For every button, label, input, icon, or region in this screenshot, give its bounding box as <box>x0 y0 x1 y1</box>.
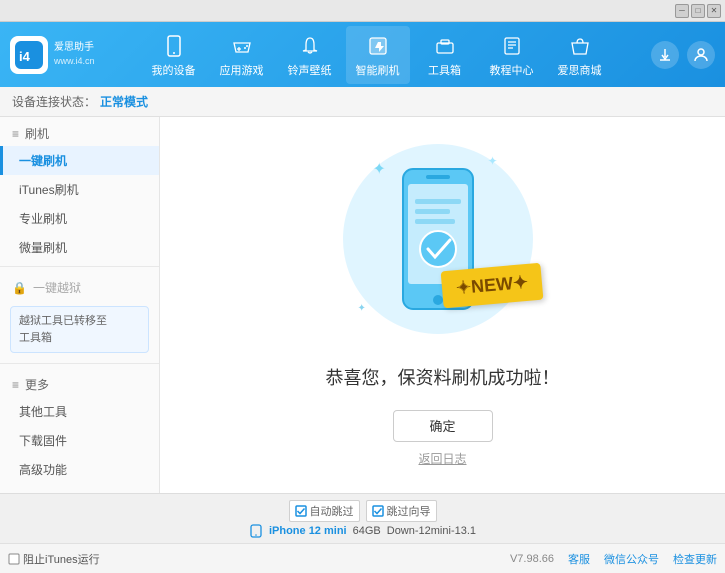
sidebar-section-flash: ≡ 刷机 <box>0 117 159 146</box>
nav-item-mall[interactable]: 爱思商城 <box>548 26 612 84</box>
device-storage: 64GB <box>353 525 381 537</box>
logo-icon: i4 <box>10 36 48 74</box>
title-bar: ─ □ ✕ <box>0 0 725 22</box>
gamepad-icon <box>228 32 256 60</box>
nav-label: 爱思商城 <box>558 62 602 78</box>
more-list-icon: ≡ <box>12 378 19 392</box>
device-name: iPhone 12 mini <box>269 525 347 537</box>
svg-text:i4: i4 <box>19 49 31 64</box>
sidebar: ≡ 刷机 一键刷机 iTunes刷机 专业刷机 微量刷机 🔒 一键越狱 越狱工具… <box>0 117 160 493</box>
jailbreak-info-box: 越狱工具已转移至工具箱 <box>10 306 149 353</box>
close-button[interactable]: ✕ <box>707 4 721 18</box>
success-text: 恭喜您，保资料刷机成功啦！ <box>326 364 560 390</box>
flash-icon <box>364 32 392 60</box>
sidebar-item-download-firmware[interactable]: 下载固件 <box>0 426 159 455</box>
nav-right <box>651 41 715 69</box>
nav-item-toolbox[interactable]: 工具箱 <box>414 26 476 84</box>
itunes-label: 阻止iTunes运行 <box>23 551 100 567</box>
more-label: 更多 <box>25 376 49 393</box>
nav-label: 应用游戏 <box>220 62 264 78</box>
status-label: 设备连接状态： <box>12 93 96 110</box>
phone-circle: ✦ ✦ ✦ <box>343 144 533 334</box>
device-phone-icon <box>249 524 263 538</box>
sparkle-1: ✦ <box>373 159 386 179</box>
sidebar-section-more: ≡ 更多 <box>0 368 159 397</box>
auto-skip-checkbox[interactable]: 自动跳过 <box>289 500 360 522</box>
window-controls[interactable]: ─ □ ✕ <box>675 4 721 18</box>
sidebar-item-pro-flash[interactable]: 专业刷机 <box>0 204 159 233</box>
book-icon <box>498 32 526 60</box>
nav-label: 教程中心 <box>490 62 534 78</box>
nav-label: 工具箱 <box>428 62 461 78</box>
jailbreak-info-text: 越狱工具已转移至工具箱 <box>19 315 107 344</box>
nav-item-smart-flash[interactable]: 智能刷机 <box>346 26 410 84</box>
list-icon: ≡ <box>12 127 19 141</box>
nav-label: 我的设备 <box>152 62 196 78</box>
nav-item-apps-games[interactable]: 应用游戏 <box>210 26 274 84</box>
auto-skip-label: 自动跳过 <box>310 503 354 519</box>
sidebar-item-one-click-flash[interactable]: 一键刷机 <box>0 146 159 175</box>
bell-icon <box>296 32 324 60</box>
nav-items: 我的设备 应用游戏 铃声壁纸 智能刷机 工具箱 <box>110 26 643 84</box>
section-label: 刷机 <box>25 125 49 142</box>
jailbreak-label: 一键越狱 <box>33 279 81 296</box>
divider <box>0 266 159 267</box>
checkbox-icon <box>295 505 307 517</box>
minimize-button[interactable]: ─ <box>675 4 689 18</box>
bottom-bar: 阻止iTunes运行 V7.98.66 客服 微信公众号 检查更新 <box>0 543 725 573</box>
checkbox-icon2 <box>372 505 384 517</box>
user-button[interactable] <box>687 41 715 69</box>
sidebar-item-itunes-flash[interactable]: iTunes刷机 <box>0 175 159 204</box>
divider2 <box>0 363 159 364</box>
content-area: ✦ ✦ ✦ <box>160 117 725 493</box>
confirm-button[interactable]: 确定 <box>393 410 493 442</box>
status-value: 正常模式 <box>100 93 148 110</box>
itunes-run-button[interactable]: 阻止iTunes运行 <box>8 551 100 567</box>
phone-icon <box>160 32 188 60</box>
sparkle-2: ✦ <box>487 154 497 168</box>
checkbox-row: 自动跳过 跳过向导 <box>289 500 437 522</box>
tools-icon <box>431 32 459 60</box>
maximize-button[interactable]: □ <box>691 4 705 18</box>
sidebar-item-other-tools[interactable]: 其他工具 <box>0 397 159 426</box>
new-badge: ✦NEW✦ <box>441 262 544 308</box>
sidebar-item-advanced[interactable]: 高级功能 <box>0 455 159 484</box>
illustration: ✦ ✦ ✦ <box>343 144 543 344</box>
sidebar-section-jailbreak: 🔒 一键越狱 <box>0 271 159 300</box>
lock-icon: 🔒 <box>12 281 27 295</box>
update-link[interactable]: 检查更新 <box>673 551 717 567</box>
main-area: ≡ 刷机 一键刷机 iTunes刷机 专业刷机 微量刷机 🔒 一键越狱 越狱工具… <box>0 117 725 493</box>
version-text: V7.98.66 <box>510 553 554 565</box>
cancel-link[interactable]: 返回日志 <box>418 450 466 467</box>
device-model: Down-12mini-13.1 <box>387 525 476 537</box>
logo-area: i4 爱思助手 www.i4.cn <box>10 36 110 74</box>
logo-text: 爱思助手 www.i4.cn <box>54 41 95 68</box>
skip-wizard-checkbox[interactable]: 跳过向导 <box>366 500 437 522</box>
status-bar: 设备连接状态： 正常模式 <box>0 87 725 117</box>
device-info-row: iPhone 12 mini 64GB Down-12mini-13.1 <box>249 524 476 538</box>
shop-icon <box>566 32 594 60</box>
nav-item-ringtones[interactable]: 铃声壁纸 <box>278 26 342 84</box>
download-button[interactable] <box>651 41 679 69</box>
nav-label: 智能刷机 <box>356 62 400 78</box>
footer-bar: 自动跳过 跳过向导 iPhone 12 mini 64GB Down-12min… <box>0 493 725 543</box>
nav-item-my-device[interactable]: 我的设备 <box>142 26 206 84</box>
sidebar-item-restore-flash[interactable]: 微量刷机 <box>0 233 159 262</box>
wechat-link[interactable]: 微信公众号 <box>604 551 659 567</box>
customer-link[interactable]: 客服 <box>568 551 590 567</box>
skip-wizard-label: 跳过向导 <box>387 503 431 519</box>
footer-right: V7.98.66 客服 微信公众号 检查更新 <box>510 551 717 567</box>
header: i4 爱思助手 www.i4.cn 我的设备 应用游戏 铃声壁纸 <box>0 22 725 87</box>
sparkle-3: ✦ <box>358 303 366 314</box>
nav-item-tutorial[interactable]: 教程中心 <box>480 26 544 84</box>
nav-label: 铃声壁纸 <box>288 62 332 78</box>
stop-icon <box>8 553 20 565</box>
